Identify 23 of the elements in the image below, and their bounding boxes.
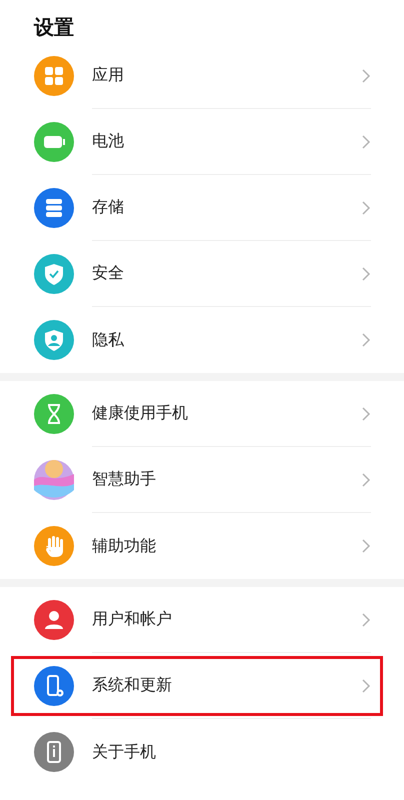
settings-item[interactable]: 用户和帐户 [0,587,404,653]
settings-item[interactable]: 系统和更新 [0,653,404,719]
settings-item[interactable]: 应用 [0,43,404,109]
item-label: 安全 [92,263,124,284]
settings-item[interactable]: 智慧助手 [0,447,404,513]
item-label: 隐私 [92,330,124,350]
settings-item[interactable]: 健康使用手机 [0,381,404,447]
item-label: 应用 [92,65,124,86]
settings-item[interactable]: 辅助功能 [0,513,404,579]
settings-item[interactable]: 隐私 [0,307,404,373]
item-label: 辅助功能 [92,536,156,556]
item-label: 健康使用手机 [92,403,188,424]
settings-item[interactable]: 安全 [0,241,404,307]
settings-item[interactable]: 电池 [0,109,404,175]
settings-item[interactable]: 关于手机 [0,719,404,785]
item-label: 关于手机 [92,742,156,762]
item-label: 存储 [92,197,124,218]
item-label: 用户和帐户 [92,609,172,630]
item-label: 系统和更新 [92,675,172,696]
settings-item[interactable]: 存储 [0,175,404,241]
page-title: 设置 [32,14,75,41]
item-label: 智慧助手 [92,469,156,490]
item-label: 电池 [92,131,124,152]
